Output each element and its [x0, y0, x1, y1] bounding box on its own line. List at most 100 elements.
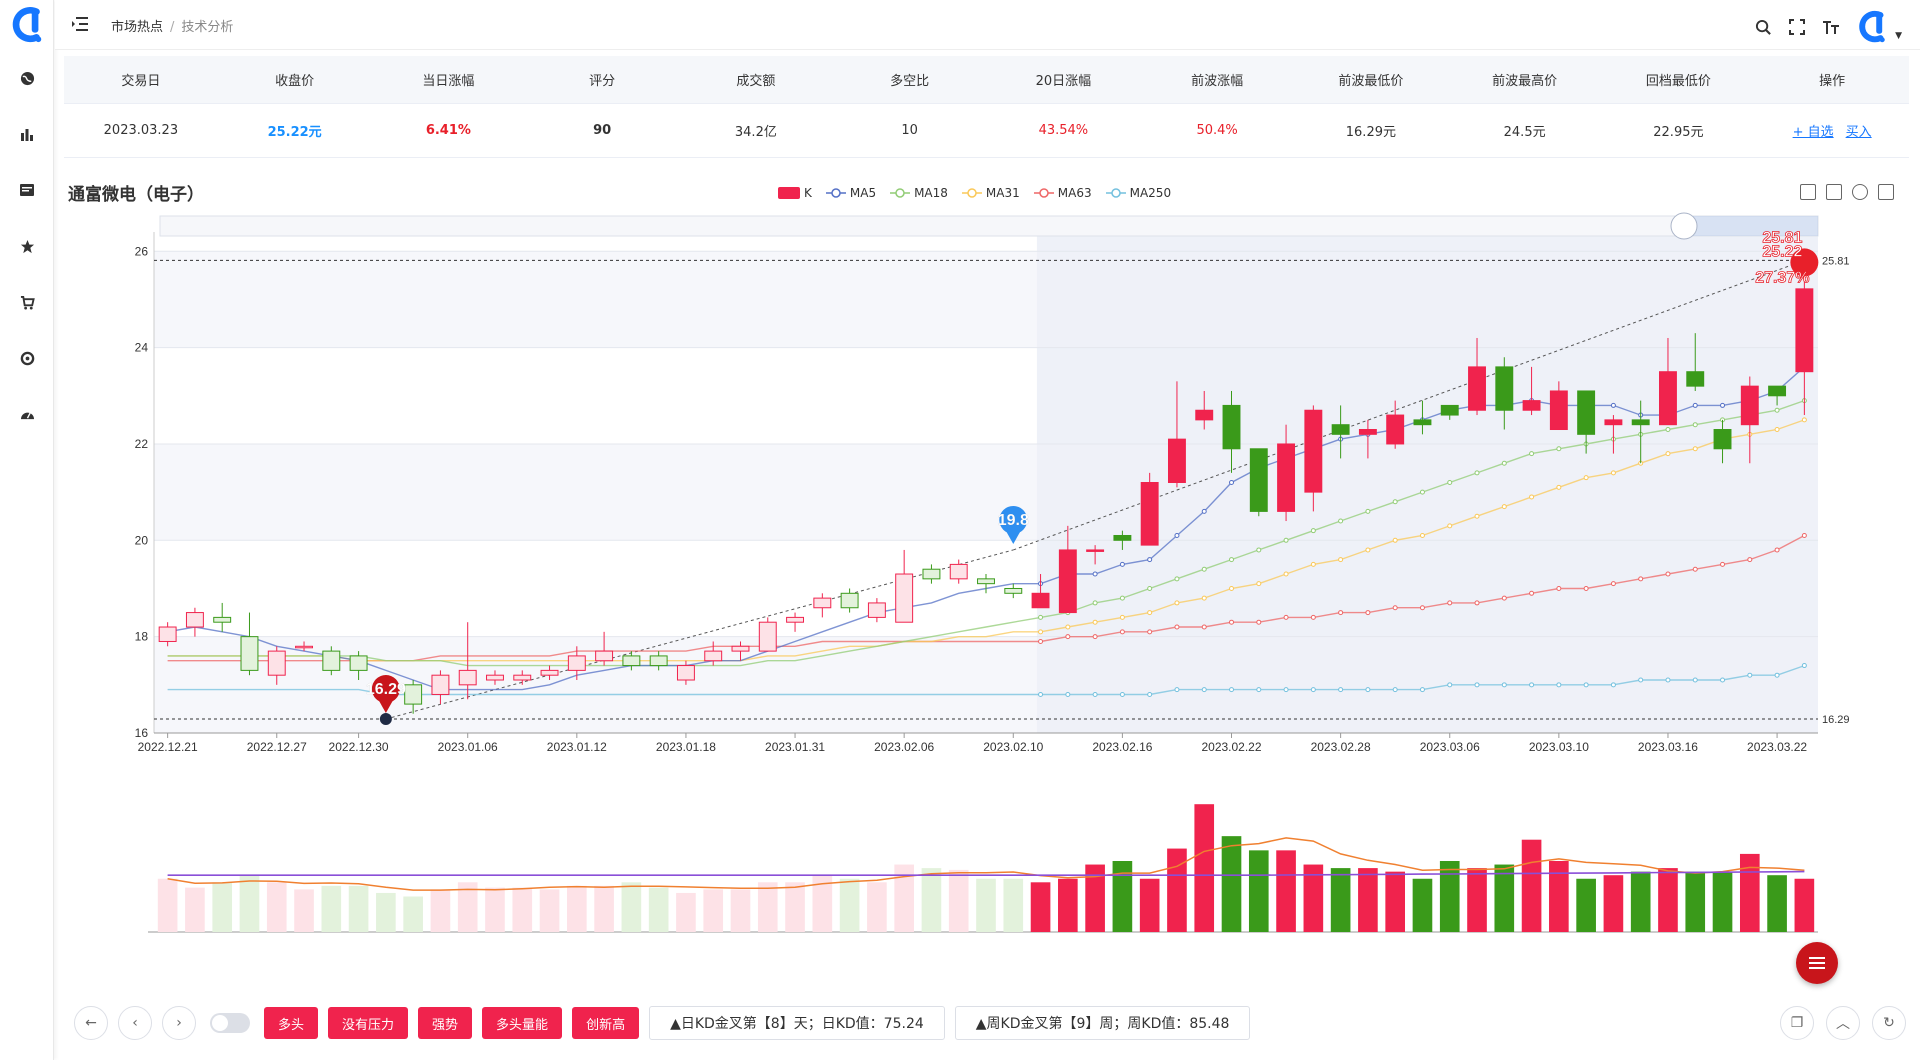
- toggle-switch[interactable]: [210, 1013, 250, 1033]
- ma5-point: [1201, 508, 1207, 514]
- ma63-point: [1747, 557, 1753, 563]
- volume-bar: [1712, 871, 1733, 932]
- ma63-point: [1119, 629, 1125, 635]
- next-button[interactable]: ›: [162, 1006, 196, 1040]
- y-tick-label: 16: [135, 726, 149, 740]
- volume-bar: [1003, 878, 1024, 932]
- copy-button[interactable]: ❐: [1780, 1006, 1814, 1040]
- volume-bar: [403, 896, 423, 932]
- ma63-point: [1310, 614, 1316, 620]
- candle-body: [676, 665, 695, 681]
- volume-bar: [921, 868, 942, 932]
- ma18-point: [1529, 451, 1535, 457]
- signal-tag[interactable]: 多头量能: [482, 1007, 563, 1039]
- signal-tag[interactable]: 多头: [264, 1007, 319, 1039]
- candle-body: [1740, 385, 1759, 426]
- volume-bar: [1412, 878, 1433, 932]
- volume-bar: [1603, 875, 1624, 932]
- candle: [977, 574, 995, 594]
- ma31-point: [1474, 513, 1480, 519]
- volume-bar: [376, 892, 396, 932]
- ma31-point: [1665, 451, 1671, 457]
- bottom-right-tools: ❐ ︿ ↻: [1780, 1006, 1906, 1040]
- volume-bar: [1139, 878, 1160, 932]
- scroll-top-button[interactable]: ︿: [1826, 1006, 1860, 1040]
- candle-body: [1386, 414, 1405, 445]
- ma18-point: [1419, 489, 1425, 495]
- ma250-point: [1147, 691, 1153, 697]
- candle: [1004, 583, 1023, 599]
- ma31-point: [1556, 484, 1562, 490]
- candlestick-chart[interactable]: 16 18 20 22 24 26 2022.12.21 2022.12.27 2022.12.…: [0, 0, 1920, 960]
- x-tick-label: 2023.03.22: [1747, 740, 1807, 754]
- prev-button[interactable]: ‹: [118, 1006, 152, 1040]
- signal-tag[interactable]: 创新高: [572, 1007, 640, 1039]
- x-tick-label: 2023.02.06: [874, 740, 934, 754]
- ma18-point: [1447, 480, 1453, 485]
- ma250-point: [1720, 677, 1726, 683]
- mid-marker-label: 19.8: [998, 512, 1029, 529]
- candle-body: [513, 674, 532, 681]
- candle: [949, 559, 968, 584]
- ma250-point: [1774, 672, 1780, 678]
- ma63-point: [1338, 610, 1344, 616]
- ma18-point: [1174, 576, 1180, 582]
- candle-body: [1304, 409, 1323, 493]
- candle-body: [349, 655, 368, 671]
- back-button[interactable]: ←: [74, 1006, 108, 1040]
- signal-tag[interactable]: 没有压力: [328, 1007, 409, 1039]
- ma250-point: [1610, 682, 1616, 688]
- candle-body: [1549, 390, 1568, 431]
- ma250-point: [1365, 687, 1371, 693]
- ma5-point: [1092, 571, 1098, 577]
- signal-tag[interactable]: 强势: [418, 1007, 473, 1039]
- candle: [813, 593, 832, 618]
- candle: [786, 612, 805, 632]
- ma18-point: [1392, 499, 1398, 505]
- candle-body: [431, 674, 450, 695]
- ma63-point: [1638, 576, 1644, 582]
- ma63-point: [1529, 590, 1535, 596]
- ma18-point: [1283, 537, 1289, 543]
- refresh-button[interactable]: ↻: [1872, 1006, 1906, 1040]
- volume-bar: [1385, 871, 1406, 932]
- volume-bar: [212, 882, 233, 932]
- candle-body: [1577, 390, 1596, 435]
- volume-bar: [1467, 868, 1487, 932]
- high-marker-label-2: 25.22: [1762, 243, 1802, 260]
- ma31-point: [1392, 537, 1398, 543]
- ma18-point: [1692, 422, 1698, 428]
- high-reference-label: 25.81: [1822, 255, 1850, 267]
- volume-bar: [648, 887, 669, 932]
- ma18-point: [1474, 470, 1480, 476]
- ma31-point: [1119, 614, 1125, 620]
- volume-bar: [1248, 850, 1269, 932]
- volume-bar: [1794, 878, 1815, 932]
- candle-body: [867, 602, 886, 618]
- ma18-point: [1365, 508, 1371, 514]
- candle-body: [1031, 592, 1050, 609]
- ma31-point: [1310, 561, 1316, 567]
- candle-body: [1140, 482, 1159, 546]
- volume-bar: [1630, 871, 1651, 932]
- ma5-point: [1692, 402, 1698, 408]
- candle-body: [1004, 587, 1023, 594]
- y-tick-label: 26: [135, 244, 149, 258]
- ma18-point: [1665, 427, 1671, 433]
- ma31-point: [1283, 571, 1289, 577]
- ma63-point: [1365, 610, 1371, 616]
- candle-body: [977, 578, 995, 585]
- volume-bar: [594, 885, 614, 932]
- menu-fab-button[interactable]: [1796, 942, 1838, 984]
- ma63-point: [1038, 638, 1044, 644]
- volume-bar: [485, 887, 505, 932]
- volume-bar: [321, 885, 342, 932]
- ma31-point: [1065, 624, 1071, 630]
- ma31-point: [1774, 427, 1780, 433]
- ma31-point: [1174, 600, 1180, 606]
- candle-body: [731, 645, 750, 652]
- candle-body: [922, 568, 941, 580]
- volume-bar: [785, 882, 805, 932]
- ma18-point: [1310, 528, 1316, 534]
- ma31-point: [1038, 629, 1044, 635]
